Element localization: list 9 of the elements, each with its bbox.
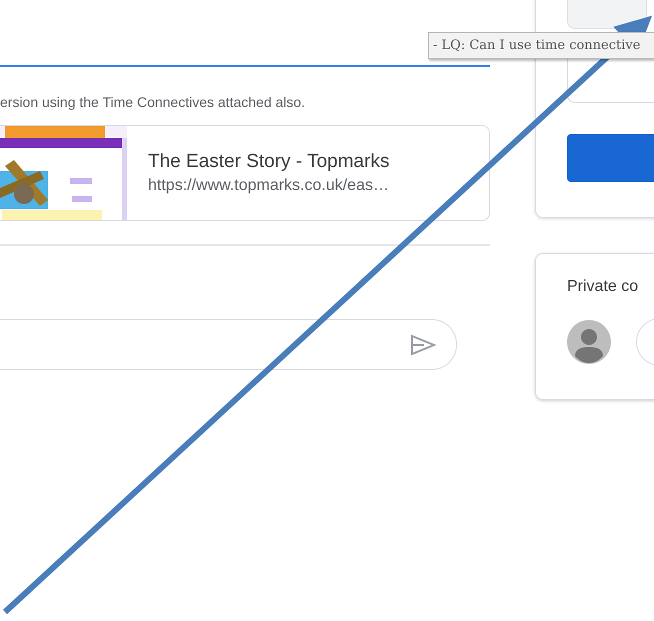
send-icon[interactable] bbox=[410, 334, 436, 356]
comment-field[interactable] bbox=[0, 319, 457, 370]
attachment-title: The Easter Story - Topmarks bbox=[148, 151, 390, 173]
avatar-icon bbox=[567, 320, 611, 364]
attachment-url: https://www.topmarks.co.uk/eas… bbox=[148, 177, 390, 195]
tooltip: - LQ: Can I use time connective bbox=[428, 32, 654, 59]
private-comments-title: Private co bbox=[567, 277, 640, 297]
post-text: ersion using the Time Connectives attached also. bbox=[0, 93, 306, 112]
attachment-card[interactable]: The Easter Story - Topmarks https://www.topmarks.co.uk/eas… bbox=[0, 125, 490, 221]
